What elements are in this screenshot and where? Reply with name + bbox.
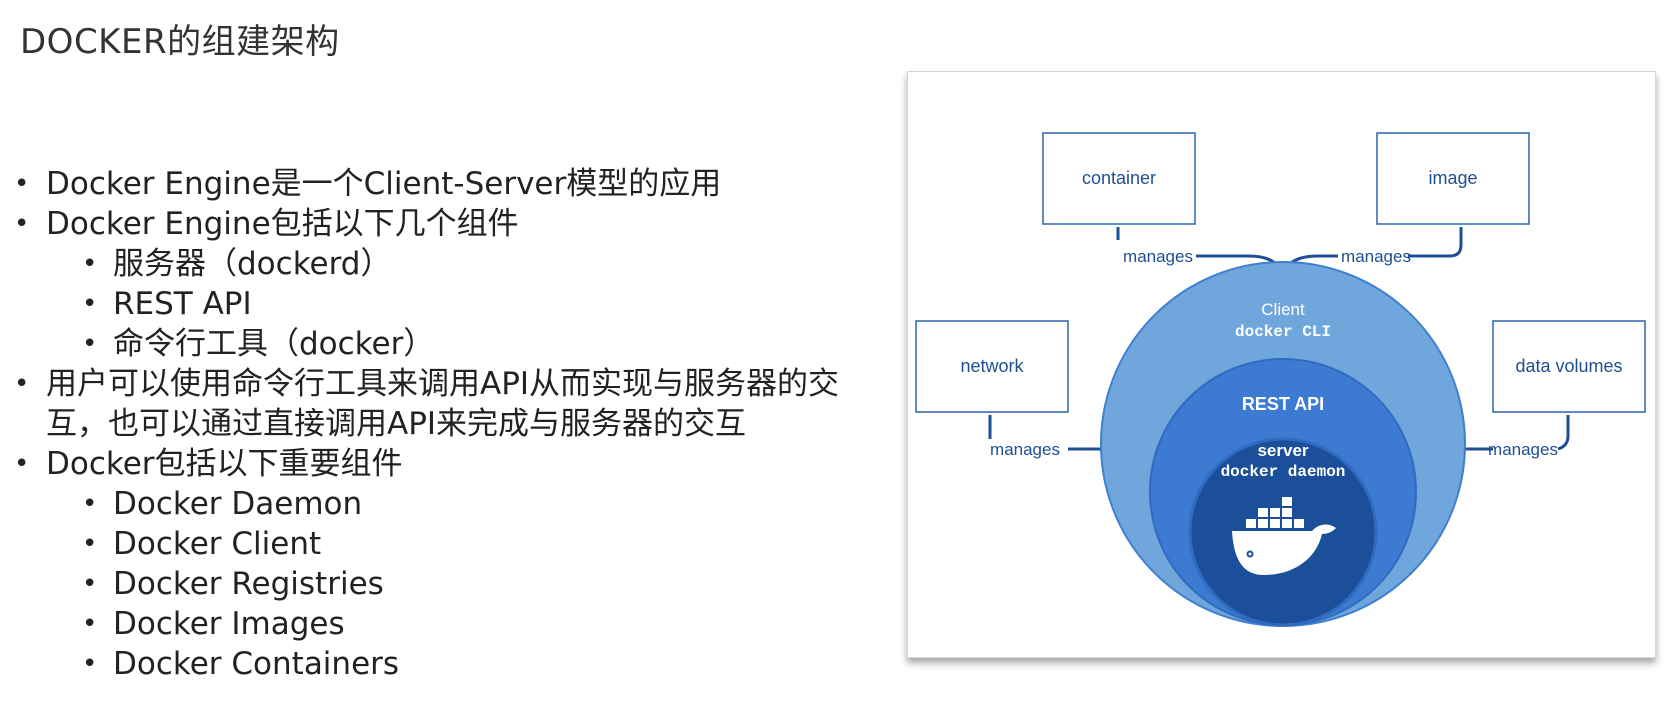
connector-image: [1408, 227, 1463, 258]
connector-volumes: [1557, 415, 1570, 451]
bullet-dot: •: [82, 489, 98, 519]
bullet-dot: •: [14, 209, 30, 239]
data-volumes-label: data volumes: [1515, 356, 1622, 376]
bullet-item: • Docker Engine是一个Client-Server模型的应用: [12, 164, 882, 204]
bullet-dot: •: [14, 169, 30, 199]
bullet-text: Docker Images: [113, 606, 345, 642]
sub-bullet-item: • 命令行工具（docker）: [12, 324, 882, 364]
server-subtitle: docker daemon: [1221, 463, 1346, 481]
bullet-dot: •: [82, 529, 98, 559]
bullet-dot: •: [82, 609, 98, 639]
manages-label-volumes: manages: [1488, 440, 1558, 459]
client-title: Client: [1261, 300, 1305, 319]
bullet-dot: •: [82, 569, 98, 599]
bullet-text: Docker Engine包括以下几个组件: [46, 206, 519, 242]
bullet-text: 命令行工具（docker）: [113, 326, 435, 362]
bullet-dot: •: [82, 649, 98, 679]
bullet-dot: •: [82, 249, 98, 279]
bullet-text: Docker Containers: [113, 646, 400, 682]
manages-label-image: manages: [1341, 247, 1411, 266]
bullet-text: Docker Registries: [113, 566, 384, 602]
sub-bullet-item: • Docker Images: [12, 604, 882, 644]
bullet-text: 服务器（dockerd）: [113, 246, 392, 282]
sub-bullet-item: • Docker Client: [12, 524, 882, 564]
bullet-text: 用户可以使用命令行工具来调用API从而实现与服务器的交互，也可以通过直接调用AP…: [46, 366, 840, 442]
bullet-dot: •: [82, 329, 98, 359]
container-label: container: [1082, 168, 1156, 188]
slide-title: DOCKER的组建架构: [20, 22, 340, 62]
sub-bullet-item: • Docker Registries: [12, 564, 882, 604]
bullet-text: Docker包括以下重要组件: [46, 446, 403, 482]
bullet-dot: •: [82, 289, 98, 319]
bullet-dot: •: [14, 369, 30, 399]
architecture-diagram: container image network data volumes man…: [907, 71, 1656, 658]
bullet-text: Docker Engine是一个Client-Server模型的应用: [46, 166, 722, 202]
client-subtitle: docker CLI: [1235, 323, 1331, 341]
sub-bullet-item: • 服务器（dockerd）: [12, 244, 882, 284]
bullet-dot: •: [14, 449, 30, 479]
network-label: network: [960, 356, 1024, 376]
manages-label-container: manages: [1123, 247, 1193, 266]
bullet-item: • Docker Engine包括以下几个组件: [12, 204, 882, 244]
image-label: image: [1428, 168, 1477, 188]
rest-api-label: REST API: [1242, 394, 1324, 414]
bullet-text: REST API: [113, 286, 252, 322]
server-title: server: [1257, 441, 1308, 460]
architecture-diagram-svg: container image network data volumes man…: [915, 132, 1646, 627]
bullet-text: Docker Client: [113, 526, 322, 562]
bullet-list: • Docker Engine是一个Client-Server模型的应用 • Doc…: [12, 164, 882, 684]
sub-bullet-item: • Docker Daemon: [12, 484, 882, 524]
sub-bullet-item: • Docker Containers: [12, 644, 882, 684]
bullet-item: • 用户可以使用命令行工具来调用API从而实现与服务器的交互，也可以通过直接调用A…: [12, 364, 886, 444]
bullet-text: Docker Daemon: [113, 486, 363, 522]
manages-label-network: manages: [990, 440, 1060, 459]
bullet-item: • Docker包括以下重要组件: [12, 444, 882, 484]
sub-bullet-item: • REST API: [12, 284, 882, 324]
